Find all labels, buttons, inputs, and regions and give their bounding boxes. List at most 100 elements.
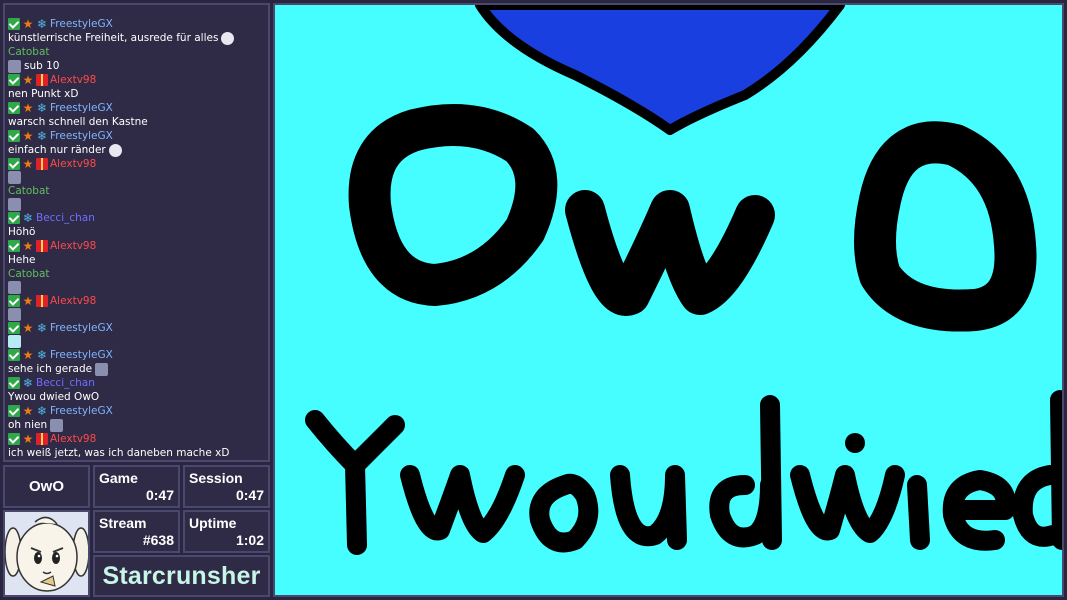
check-badge-icon [8,212,20,224]
chat-user-line: ★ Alextv98 [8,294,265,308]
cat-emote-icon [8,59,21,73]
chat-username[interactable]: Becci_chan [36,376,95,390]
chat-username[interactable]: FreestyleGX [50,404,113,418]
star-badge-icon: ★ [22,73,34,87]
chat-username[interactable]: Catobat [8,184,50,198]
mask-emote-icon [221,31,235,45]
avatar [3,510,90,597]
i-dot [845,433,865,453]
gift-badge-icon [36,240,48,252]
check-badge-icon [8,130,20,142]
chat-username[interactable]: FreestyleGX [50,101,113,115]
ywou-dwied-text [305,390,1062,555]
chat-text: ich weiß jetzt, was ich daneben mache xD [8,447,230,459]
check-badge-icon [8,102,20,114]
snowflake-badge-icon: ❄ [22,376,34,390]
chat-text-line [8,198,265,211]
star-badge-icon: ★ [22,348,34,362]
check-badge-icon [8,18,20,30]
chat-text-line [8,171,265,184]
chat-message: ★ Alextv98 Hehe [8,239,265,267]
streamer-name-box: Starcrunsher [93,555,270,597]
chat-username[interactable]: Alextv98 [50,157,96,171]
chat-username[interactable]: Becci_chan [36,211,95,225]
chat-message: ❄ Becci_chan Höhö [8,211,265,239]
chat-text: warsch schnell den Kastne [8,116,148,128]
chat-text-line: Höhö [8,225,265,239]
mask-emote-icon [108,143,122,157]
stream-value: #638 [142,532,174,548]
chat-user-line: ★ ❄ FreestyleGX [8,404,265,418]
stream-count-box: Stream #638 [93,510,180,553]
chat-username[interactable]: FreestyleGX [50,348,113,362]
chat-text-line: ich weiß jetzt, was ich daneben mache xD [8,446,265,460]
chat-text-line: sehe ich gerade [8,362,265,376]
star-badge-icon: ★ [22,129,34,143]
chat-message: Catobat sub 10 [8,45,265,73]
blue-blob [475,5,845,135]
chat-user-line: ❄ Becci_chan [8,376,265,390]
chat-username[interactable]: Alextv98 [50,239,96,253]
chat-text: Ywou dwied OwO [8,391,100,403]
check-badge-icon [8,433,20,445]
chat-text: nen Punkt xD [8,88,79,100]
chat-user-line: ★ ❄ FreestyleGX [8,101,265,115]
chat-username[interactable]: Alextv98 [50,432,96,446]
chat-username[interactable]: FreestyleGX [50,129,113,143]
game-value: 0:47 [145,487,174,503]
chat-username[interactable]: FreestyleGX [50,17,113,31]
owo-label: OwO [28,478,64,495]
star-badge-icon: ★ [22,432,34,446]
chat-username[interactable]: Catobat [8,45,50,59]
check-badge-icon [8,377,20,389]
uptime-box: Uptime 1:02 [183,510,270,553]
chat-panel[interactable]: ★ ❄ FreestyleGX künstlerrische Freiheit, au… [3,3,270,462]
chat-username[interactable]: Catobat [8,267,50,281]
chat-text: einfach nur ränder [8,144,106,156]
chat-text-line [8,335,265,348]
check-badge-icon [8,74,20,86]
session-label: Session [189,470,243,486]
check-badge-icon [8,405,20,417]
uptime-label: Uptime [189,515,237,531]
session-value: 0:47 [235,487,264,503]
chat-text-line [8,308,265,321]
star-badge-icon: ★ [22,101,34,115]
chat-text-line: sub 10 [8,59,265,73]
owo-box: OwO [3,465,90,508]
chat-user-line: ❄ Becci_chan [8,211,265,225]
snowflake-badge-icon: ❄ [22,211,34,225]
chat-user-line: ★ Alextv98 [8,239,265,253]
gift-badge-icon [36,433,48,445]
chat-message: Catobat [8,267,265,294]
chat-text: sehe ich gerade [8,363,93,375]
chat-username[interactable]: Alextv98 [50,294,96,308]
chat-text-line: Hehe [8,253,265,267]
star-badge-icon: ★ [22,17,34,31]
chat-message: ★ ❄ FreestyleGX [8,321,265,348]
star-badge-icon: ★ [22,239,34,253]
chat-text: sub 10 [24,60,60,72]
gift-badge-icon [36,158,48,170]
chat-user-line: Catobat [8,184,265,198]
chat-message: ★ Alextv98 ich weiß jetzt, was ich daneben… [8,432,265,460]
chat-user-line: Catobat [8,45,265,59]
session-timer-box: Session 0:47 [183,465,270,508]
drawing-canvas[interactable] [273,3,1064,597]
cat-emote-icon [8,308,21,321]
chat-text-line: einfach nur ränder [8,143,265,157]
chat-message: ★ ❄ FreestyleGX sehe ich gerade [8,348,265,376]
chat-username[interactable]: FreestyleGX [50,321,113,335]
chat-text-line: oh nien [8,418,265,432]
snowflake-badge-icon: ❄ [36,404,48,418]
chat-user-line: ★ ❄ FreestyleGX [8,348,265,362]
owo-drawing [305,5,1062,555]
star-badge-icon: ★ [22,157,34,171]
chat-message: ★ Alextv98 nen Punkt xD [8,73,265,101]
snowflake-badge-icon: ❄ [36,348,48,362]
snowflake-badge-icon: ❄ [36,129,48,143]
chat-username[interactable]: Alextv98 [50,73,96,87]
check-badge-icon [8,240,20,252]
cat-emote-icon [8,198,21,211]
cat-emote-icon [50,418,64,432]
